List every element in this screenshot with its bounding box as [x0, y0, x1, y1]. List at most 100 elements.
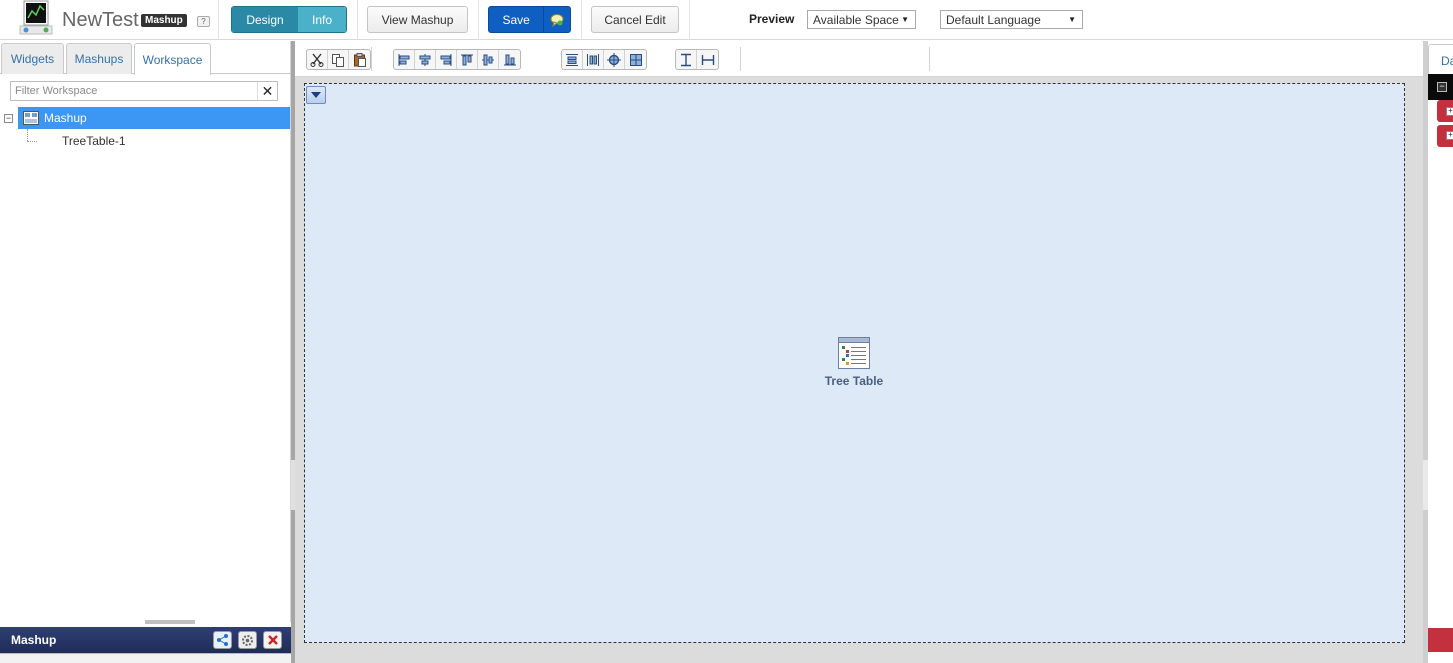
toolbar-divider [740, 47, 741, 71]
language-select[interactable]: Default Language ▼ [940, 10, 1083, 29]
cut-icon[interactable] [307, 50, 328, 69]
align-center-icon[interactable] [415, 50, 436, 69]
header-divider [478, 0, 479, 40]
comment-icon [550, 13, 564, 27]
distribute-vertical-glyph [566, 53, 578, 66]
dropdown-arrow-icon: ▼ [901, 15, 909, 24]
close-icon[interactable] [263, 631, 282, 649]
paste-icon[interactable] [349, 50, 370, 69]
properties-body [0, 653, 291, 663]
entity-type-badge: Mashup [141, 14, 187, 27]
close-glyph [267, 635, 278, 645]
canvas-menu-button[interactable] [306, 86, 326, 104]
header-divider [357, 0, 358, 40]
save-button[interactable]: Save [489, 7, 543, 32]
cancel-edit-button[interactable]: Cancel Edit [591, 6, 679, 33]
mashup-icon [23, 111, 39, 125]
preview-size-value: Available Space [813, 12, 899, 27]
dropdown-arrow-icon: ▼ [1068, 15, 1076, 24]
gear-icon[interactable] [238, 631, 257, 649]
help-icon[interactable]: ? [197, 16, 210, 27]
tab-workspace[interactable]: Workspace [134, 43, 211, 75]
align-left-icon[interactable] [394, 50, 415, 69]
tree-table-label: Tree Table [824, 374, 884, 388]
grid-glyph [629, 53, 642, 66]
align-center-glyph [419, 53, 431, 66]
same-width-glyph [701, 54, 714, 65]
same-width-icon[interactable] [697, 50, 718, 69]
center-glyph [607, 52, 621, 67]
language-value: Default Language [946, 12, 1041, 27]
gear-glyph [242, 634, 253, 646]
save-button-group: Save [488, 6, 571, 33]
left-panel-tabs: Widgets Mashups Workspace [0, 43, 291, 75]
align-middle-icon[interactable] [478, 50, 499, 69]
mashup-title: NewTest [62, 9, 139, 31]
grid-icon[interactable] [625, 50, 646, 69]
header-divider [581, 0, 582, 40]
align-top-icon[interactable] [457, 50, 478, 69]
header-divider [218, 0, 219, 40]
preview-label: Preview [749, 12, 795, 26]
tree-table-widget[interactable]: Tree Table [814, 336, 894, 392]
mode-switch: Design Info [231, 6, 347, 33]
collapse-icon[interactable]: − [1437, 82, 1447, 92]
tab-data-label: Da [1441, 54, 1453, 68]
info-tab[interactable]: Info [298, 7, 346, 32]
collapse-toggle-icon[interactable]: − [4, 114, 13, 123]
align-bottom-glyph [503, 54, 516, 65]
tab-mashups[interactable]: Mashups [66, 43, 132, 74]
expand-icon[interactable]: + [1446, 107, 1453, 116]
align-middle-glyph [482, 54, 494, 65]
tab-data[interactable]: Da [1428, 44, 1453, 74]
align-right-icon[interactable] [436, 50, 457, 69]
tab-widgets[interactable]: Widgets [1, 43, 64, 74]
properties-title: Mashup [11, 633, 57, 647]
tree-table-icon [838, 337, 870, 369]
size-tools [675, 49, 719, 70]
close-icon[interactable]: ✕ [257, 82, 277, 100]
distribute-tools [561, 49, 647, 70]
header-divider [689, 0, 690, 40]
expand-icon[interactable]: + [1446, 131, 1453, 140]
properties-header: Mashup [0, 627, 291, 653]
center-icon[interactable] [604, 50, 625, 69]
align-right-glyph [440, 53, 452, 66]
tree-connector [27, 141, 37, 142]
same-height-icon[interactable] [676, 50, 697, 69]
preview-size-select[interactable]: Available Space ▼ [807, 10, 916, 29]
cut-glyph [310, 53, 324, 67]
align-bottom-icon[interactable] [499, 50, 520, 69]
save-options-button[interactable] [543, 7, 570, 32]
mashup-logo-icon [19, 0, 53, 35]
panel-resize-handle[interactable] [145, 620, 195, 624]
share-glyph [217, 634, 228, 646]
align-top-glyph [461, 54, 473, 65]
clipboard-tools [306, 49, 371, 70]
align-left-glyph [398, 53, 410, 66]
tree-node-mashup[interactable]: Mashup [18, 107, 290, 129]
design-tab[interactable]: Design [232, 7, 298, 32]
share-icon[interactable] [213, 631, 232, 649]
toolbar-divider [929, 47, 930, 71]
distribute-vertical-icon[interactable] [562, 50, 583, 69]
distribute-horizontal-icon[interactable] [583, 50, 604, 69]
tree-node-label: Mashup [44, 111, 87, 125]
align-tools [393, 49, 521, 70]
filter-workspace-box: ✕ [10, 81, 278, 101]
paste-glyph [353, 52, 366, 67]
tree-node-treetable[interactable]: TreeTable-1 [62, 134, 126, 148]
right-panel-footer [1428, 628, 1453, 652]
same-height-glyph [681, 53, 691, 66]
copy-glyph [332, 53, 344, 67]
filter-workspace-input[interactable] [11, 82, 257, 100]
left-panel: Widgets Mashups Workspace ✕ − Mashup Tre… [0, 41, 291, 622]
top-bar: NewTest Mashup ? Design Info View Mashup… [0, 0, 1453, 40]
design-toolbar [295, 41, 1423, 77]
chevron-down-icon [311, 92, 321, 98]
distribute-horizontal-glyph [587, 53, 599, 66]
toolbar-divider [371, 47, 372, 71]
view-mashup-button[interactable]: View Mashup [367, 6, 468, 33]
tree-connector [27, 129, 28, 141]
copy-icon[interactable] [328, 50, 349, 69]
